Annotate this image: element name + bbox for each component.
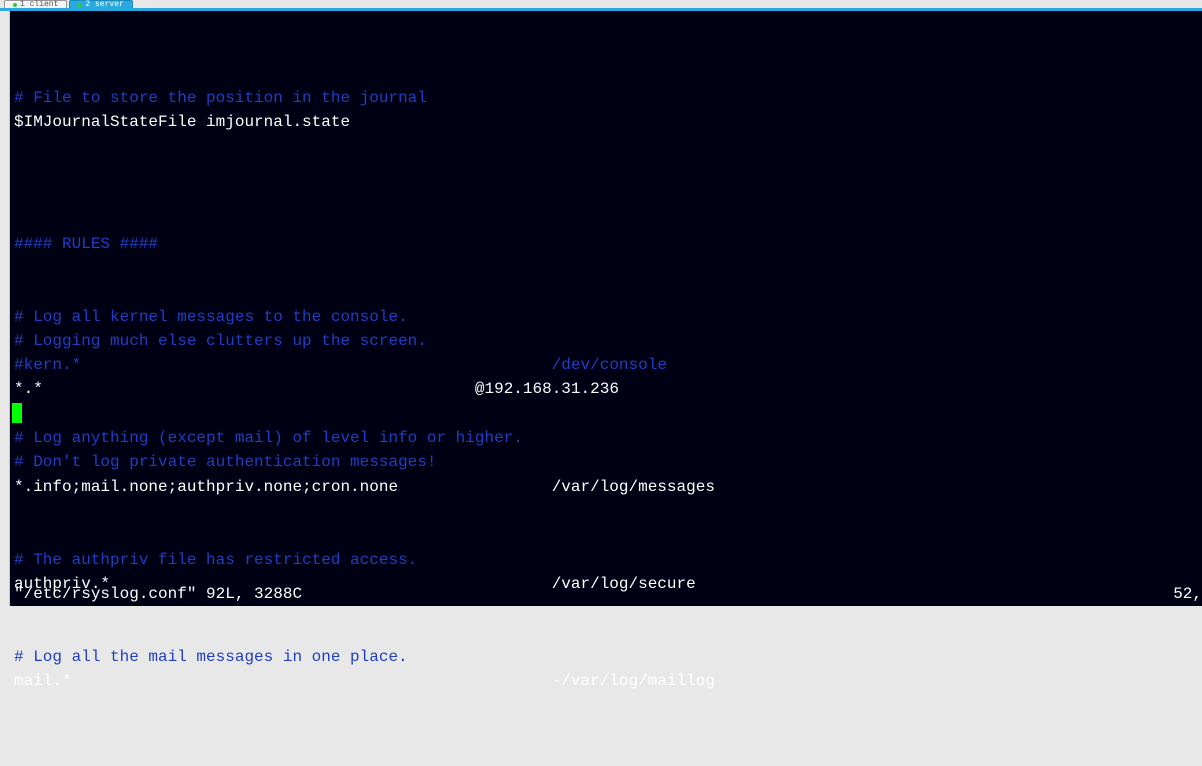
- terminal-viewport[interactable]: # File to store the position in the jour…: [10, 11, 1202, 606]
- comment-line: # Log anything (except mail) of level in…: [14, 429, 523, 447]
- rule-selector: #kern.*: [14, 356, 81, 374]
- comment-line: # Don't log private authentication messa…: [14, 453, 436, 471]
- rule-target: /var/log/messages: [552, 478, 715, 496]
- comment-line: # The authpriv file has restricted acces…: [14, 551, 417, 569]
- status-dot-icon: [13, 3, 17, 7]
- rule-target: @192.168.31.236: [475, 380, 619, 398]
- config-line: $IMJournalStateFile imjournal.state: [14, 113, 350, 131]
- section-header: #### RULES ####: [14, 235, 158, 253]
- rule-target: -/var/log/maillog: [552, 672, 715, 690]
- comment-line: # Log all the mail messages in one place…: [14, 648, 408, 666]
- rule-target: /dev/console: [552, 356, 667, 374]
- rule-selector: *.*: [14, 380, 43, 398]
- comment-line: # Log all kernel messages to the console…: [14, 308, 408, 326]
- vim-status-file: "/etc/rsyslog.conf" 92L, 3288C: [14, 582, 1202, 606]
- tab-server[interactable]: 2 server: [69, 0, 132, 8]
- vim-status-pos: 52,: [1173, 582, 1202, 606]
- tab-client[interactable]: 1 client: [4, 0, 67, 8]
- rule-selector: *.info;mail.none;authpriv.none;cron.none: [14, 478, 398, 496]
- tab-bar: 1 client 2 server: [0, 0, 1202, 8]
- rule-selector: mail.*: [14, 672, 72, 690]
- comment-line: # Logging much else clutters up the scre…: [14, 332, 427, 350]
- cursor-block: [12, 403, 22, 423]
- status-dot-icon: [78, 3, 82, 7]
- comment-line: # File to store the position in the jour…: [14, 89, 427, 107]
- left-gutter: [0, 11, 10, 606]
